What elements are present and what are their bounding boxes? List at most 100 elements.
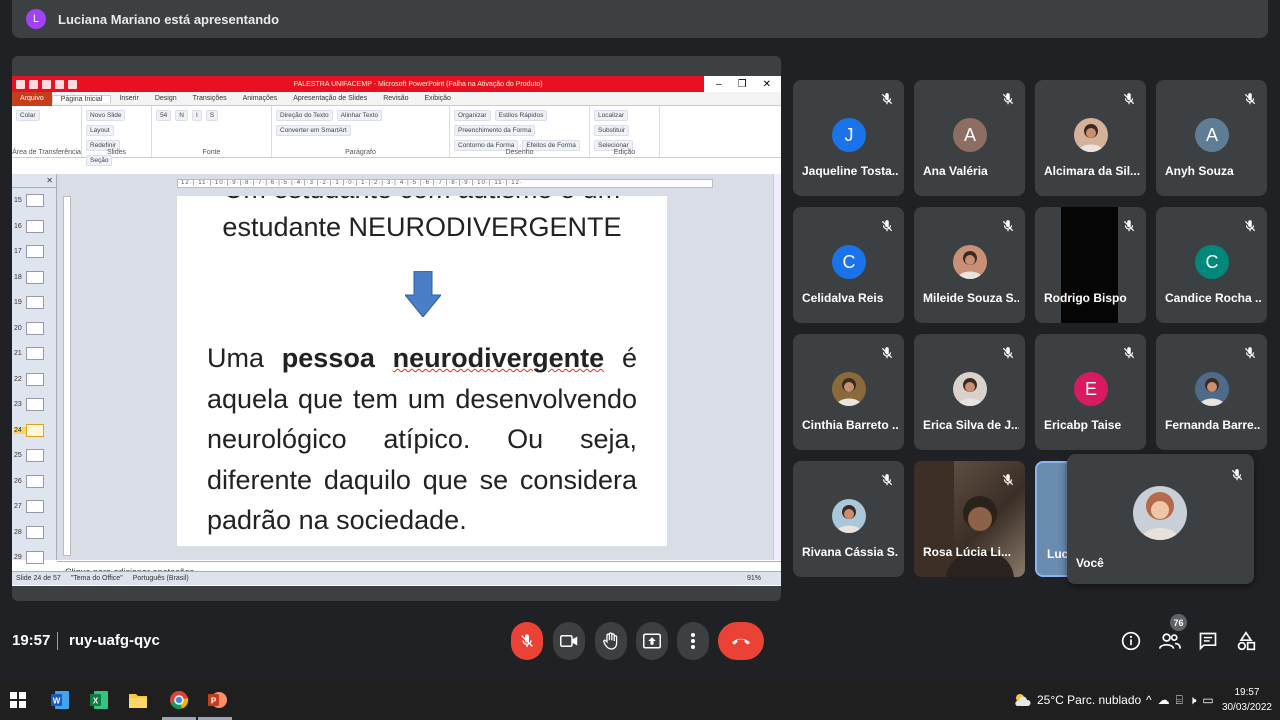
ribbon-button[interactable]: S bbox=[205, 110, 219, 121]
participant-avatar: J bbox=[832, 118, 866, 152]
slide-thumbnail[interactable]: 28 bbox=[12, 520, 56, 546]
slide-thumbnails[interactable]: ✕ 15 16 17 18 19 20 21 22 23 24 25 26 27 28 29 bbox=[12, 174, 57, 565]
participant-tile[interactable]: Fernanda Barre... bbox=[1156, 334, 1267, 450]
ribbon-tab[interactable]: Revisão bbox=[375, 95, 416, 102]
powerpoint-icon[interactable]: P bbox=[205, 688, 229, 712]
camera-toggle-button[interactable] bbox=[553, 622, 585, 660]
quick-access-toolbar[interactable] bbox=[12, 79, 132, 89]
present-screen-button[interactable] bbox=[636, 622, 668, 660]
ppt-body: ✕ 15 16 17 18 19 20 21 22 23 24 25 26 27 28 29 ·12·|·1… bbox=[12, 174, 781, 565]
mic-toggle-button[interactable] bbox=[511, 622, 543, 660]
slide-thumbnail[interactable]: 15 bbox=[12, 188, 56, 214]
more-options-button[interactable] bbox=[677, 622, 709, 660]
clock-date: 30/03/2022 bbox=[1221, 702, 1272, 713]
mic-off-icon bbox=[1002, 347, 1014, 359]
participant-tile[interactable]: Rodrigo Bispo bbox=[1035, 207, 1146, 323]
slide-thumbnail[interactable]: 25 bbox=[12, 443, 56, 469]
ribbon-button[interactable]: N bbox=[175, 110, 188, 121]
participant-tile[interactable]: E Ericabp Taise bbox=[1035, 334, 1146, 450]
chrome-icon[interactable] bbox=[167, 688, 191, 712]
participant-tile[interactable]: C Celidalva Reis bbox=[793, 207, 904, 323]
ribbon-button[interactable]: Converter em SmartArt bbox=[276, 125, 351, 136]
ribbon-button[interactable]: Seção bbox=[86, 155, 113, 166]
chevron-up-icon[interactable]: ^ bbox=[1146, 693, 1152, 707]
participant-tile[interactable]: Rosa Lúcia Li... bbox=[914, 461, 1025, 577]
slide-thumbnail[interactable]: 24 bbox=[12, 418, 56, 444]
raise-hand-button[interactable] bbox=[595, 622, 627, 660]
ribbon-tab[interactable]: Design bbox=[147, 95, 185, 102]
ribbon-tab[interactable]: Arquivo bbox=[12, 91, 52, 106]
ribbon-button[interactable]: Colar bbox=[16, 110, 40, 121]
slide-thumbnail[interactable]: 21 bbox=[12, 341, 56, 367]
cloud-icon[interactable]: ☁ bbox=[1158, 693, 1170, 707]
ribbon-button[interactable]: Alinhar Texto bbox=[336, 110, 383, 121]
activities-button[interactable] bbox=[1234, 629, 1258, 653]
ribbon-tab[interactable]: Transições bbox=[185, 95, 235, 102]
ribbon-button[interactable]: Substituir bbox=[594, 125, 630, 136]
ribbon-button[interactable]: I bbox=[191, 110, 202, 121]
people-button[interactable] bbox=[1158, 629, 1182, 653]
participant-tile[interactable]: A Anyh Souza bbox=[1156, 80, 1267, 196]
participant-tile[interactable]: Rivana Cássia S... bbox=[793, 461, 904, 577]
participant-tile[interactable]: Erica Silva de J... bbox=[914, 334, 1025, 450]
participant-tile[interactable]: A Ana Valéria bbox=[914, 80, 1025, 196]
ribbon-button[interactable]: Direção do Texto bbox=[276, 110, 333, 121]
file-explorer-icon[interactable] bbox=[126, 688, 150, 712]
window-buttons[interactable]: – ❐ ✕ bbox=[704, 76, 781, 92]
slide-preview bbox=[26, 500, 44, 514]
restore-icon[interactable]: ❐ bbox=[738, 79, 747, 90]
windows-start-icon[interactable] bbox=[6, 688, 30, 712]
thumbnail-panel-close-icon[interactable]: ✕ bbox=[12, 174, 56, 188]
ribbon-button[interactable]: Layout bbox=[86, 125, 114, 136]
slide-editor[interactable]: ·12·|·11·|·10·|·9·|·8·|·7·|·6·|·5·|·4·|·… bbox=[57, 174, 781, 560]
weather-text: 25°C Parc. nublado bbox=[1037, 693, 1142, 707]
weather-widget[interactable]: 25°C Parc. nublado bbox=[1012, 680, 1141, 720]
participant-tile[interactable]: Alcimara da Sil... bbox=[1035, 80, 1146, 196]
ribbon-button[interactable]: Estilos Rápidos bbox=[494, 110, 548, 121]
slide-thumbnail[interactable]: 23 bbox=[12, 392, 56, 418]
participant-tile[interactable]: Cinthia Barreto ... bbox=[793, 334, 904, 450]
language-icon[interactable]: ▭ bbox=[1202, 693, 1213, 707]
participant-tile[interactable]: C Candice Rocha ... bbox=[1156, 207, 1267, 323]
chat-button[interactable] bbox=[1196, 629, 1220, 653]
close-icon[interactable]: ✕ bbox=[763, 79, 771, 90]
network-icon[interactable]: ⌸ bbox=[1176, 693, 1183, 708]
ribbon-tab[interactable]: Exibição bbox=[416, 95, 458, 102]
slide-preview bbox=[26, 194, 44, 208]
slide-thumbnail[interactable]: 18 bbox=[12, 265, 56, 291]
language-indicator[interactable]: Português (Brasil) bbox=[133, 575, 189, 582]
slide-thumbnail[interactable]: 22 bbox=[12, 367, 56, 393]
current-slide[interactable]: Um estudante com autismo é um estudante … bbox=[177, 196, 667, 546]
slide-thumbnail[interactable]: 29 bbox=[12, 545, 56, 571]
ribbon-tab[interactable]: Animações bbox=[235, 95, 286, 102]
self-avatar bbox=[1133, 486, 1187, 540]
ribbon-button[interactable]: Localizar bbox=[594, 110, 629, 121]
ribbon-tab[interactable]: Página Inicial bbox=[51, 94, 112, 103]
system-tray[interactable]: ^ ☁ ⌸ 🕨 ▭ bbox=[1146, 680, 1214, 720]
slide-thumbnail[interactable]: 19 bbox=[12, 290, 56, 316]
slide-number: 22 bbox=[14, 375, 22, 383]
participant-tile[interactable]: J Jaqueline Tosta... bbox=[793, 80, 904, 196]
ribbon-button[interactable]: Novo Slide bbox=[86, 110, 126, 121]
meeting-info-button[interactable] bbox=[1119, 629, 1143, 653]
volume-icon[interactable]: 🕨 bbox=[1189, 693, 1197, 708]
ribbon-button[interactable]: Preenchimento da Forma bbox=[454, 125, 536, 136]
leave-call-button[interactable] bbox=[718, 622, 764, 660]
self-view-tile[interactable]: Você bbox=[1067, 454, 1254, 584]
system-clock[interactable]: 19:57 30/03/2022 bbox=[1222, 685, 1272, 715]
ribbon-button[interactable]: Organizar bbox=[454, 110, 491, 121]
ribbon-tab[interactable]: Inserir bbox=[111, 95, 146, 102]
word-icon[interactable]: W bbox=[48, 688, 72, 712]
ribbon-tab[interactable]: Apresentação de Slides bbox=[285, 95, 375, 102]
minimize-icon[interactable]: – bbox=[716, 79, 722, 90]
slide-thumbnail[interactable]: 20 bbox=[12, 316, 56, 342]
zoom-level[interactable]: 91% bbox=[747, 575, 781, 582]
slide-thumbnail[interactable]: 27 bbox=[12, 494, 56, 520]
ribbon-button[interactable]: 54 bbox=[156, 110, 172, 121]
excel-icon[interactable]: X bbox=[87, 688, 111, 712]
vertical-scrollbar[interactable] bbox=[773, 174, 781, 560]
slide-thumbnail[interactable]: 16 bbox=[12, 214, 56, 240]
slide-thumbnail[interactable]: 26 bbox=[12, 469, 56, 495]
slide-thumbnail[interactable]: 17 bbox=[12, 239, 56, 265]
participant-tile[interactable]: Mileide Souza S... bbox=[914, 207, 1025, 323]
